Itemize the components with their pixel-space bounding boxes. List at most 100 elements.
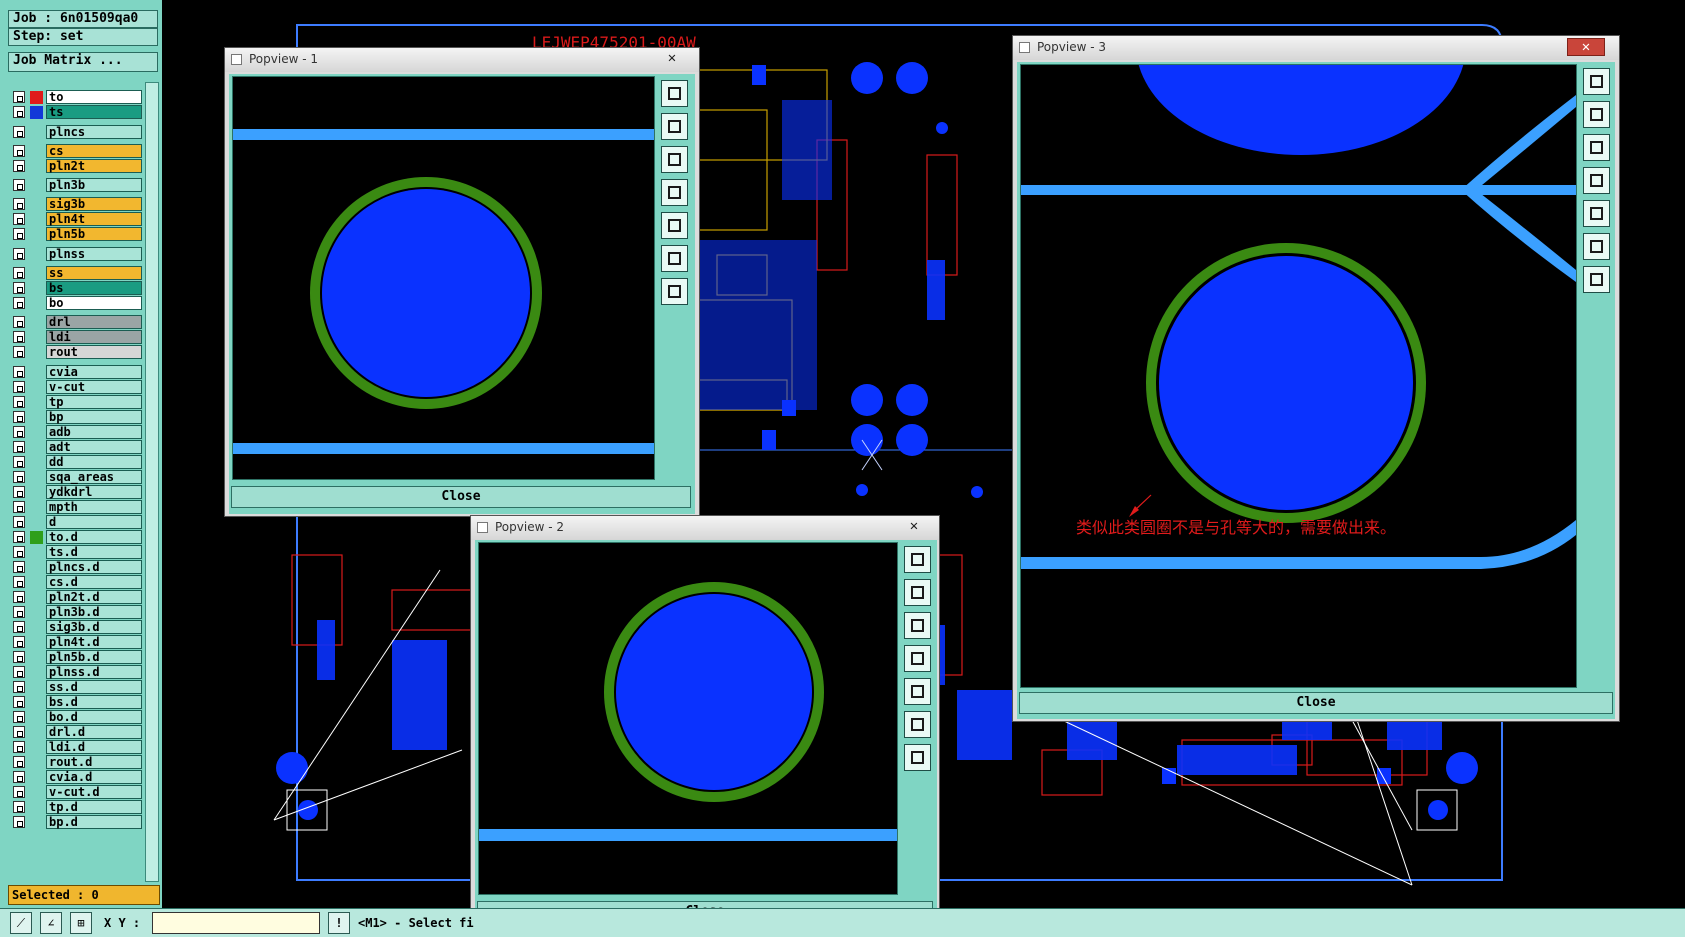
- popview-1-titlebar[interactable]: Popview - 1: [225, 48, 699, 72]
- layer-checkbox[interactable]: [13, 179, 25, 191]
- layer-checkbox[interactable]: [13, 366, 25, 378]
- layer-name[interactable]: ss: [46, 266, 142, 280]
- layer-checkbox[interactable]: [13, 786, 25, 798]
- layer-checkbox[interactable]: [13, 501, 25, 513]
- popview-3-canvas[interactable]: 类似此类圆圈不是与孔等大的，需要做出来。: [1020, 0, 1577, 688]
- layer-checkbox[interactable]: [13, 248, 25, 260]
- pan-left-icon[interactable]: [661, 179, 688, 206]
- snap-icon[interactable]: ∠: [40, 912, 62, 934]
- layer-checkbox[interactable]: [13, 282, 25, 294]
- layer-row[interactable]: sig3b: [13, 197, 142, 212]
- layer-name[interactable]: bp.d: [46, 815, 142, 829]
- zoom-in-icon[interactable]: [661, 245, 688, 272]
- layer-row[interactable]: rout: [13, 345, 142, 360]
- layer-row[interactable]: tp: [13, 395, 142, 410]
- layer-checkbox[interactable]: [13, 516, 25, 528]
- layer-row[interactable]: bs: [13, 281, 142, 296]
- popview-3-close-button[interactable]: Close: [1019, 692, 1613, 714]
- layer-color-swatch[interactable]: [30, 106, 43, 119]
- layer-name[interactable]: bo: [46, 296, 142, 310]
- pan-right-icon[interactable]: [661, 212, 688, 239]
- layer-checkbox[interactable]: [13, 198, 25, 210]
- layer-name[interactable]: rout.d: [46, 755, 142, 769]
- layer-checkbox[interactable]: [13, 561, 25, 573]
- layer-name[interactable]: adt: [46, 440, 142, 454]
- layer-name[interactable]: bs.d: [46, 695, 142, 709]
- popview-2-canvas[interactable]: [478, 542, 898, 895]
- layer-checkbox[interactable]: [13, 816, 25, 828]
- layer-checkbox[interactable]: [13, 145, 25, 157]
- zoom-out-icon[interactable]: [1583, 266, 1610, 293]
- layer-checkbox[interactable]: [13, 331, 25, 343]
- layer-row[interactable]: sig3b.d: [13, 620, 142, 635]
- layer-row[interactable]: ldi.d: [13, 740, 142, 755]
- zoom-fit-icon[interactable]: [661, 80, 688, 107]
- layer-name[interactable]: dd: [46, 455, 142, 469]
- layer-name[interactable]: plncs.d: [46, 560, 142, 574]
- layer-row[interactable]: adb: [13, 425, 142, 440]
- layer-checkbox[interactable]: [13, 531, 25, 543]
- layer-row[interactable]: sqa_areas: [13, 470, 142, 485]
- layer-row[interactable]: plncs.d: [13, 560, 142, 575]
- zoom-out-icon[interactable]: [904, 744, 931, 771]
- layer-checkbox[interactable]: [13, 126, 25, 138]
- layer-name[interactable]: pln2t.d: [46, 590, 142, 604]
- layer-color-swatch[interactable]: [30, 531, 43, 544]
- layer-name[interactable]: sig3b.d: [46, 620, 142, 634]
- layer-row[interactable]: pln3b: [13, 178, 142, 193]
- layer-checkbox[interactable]: [13, 726, 25, 738]
- layer-checkbox[interactable]: [13, 591, 25, 603]
- layer-row[interactable]: bo.d: [13, 710, 142, 725]
- layer-row[interactable]: pln5b: [13, 227, 142, 242]
- layer-checkbox[interactable]: [13, 576, 25, 588]
- popview-2-window[interactable]: Popview - 2 ✕ Close: [470, 515, 940, 931]
- layer-name[interactable]: pln4t: [46, 212, 142, 226]
- layer-row[interactable]: pln4t: [13, 212, 142, 227]
- close-icon[interactable]: ✕: [895, 518, 933, 536]
- layer-row[interactable]: tp.d: [13, 800, 142, 815]
- layer-row[interactable]: to: [13, 90, 142, 105]
- layer-checkbox[interactable]: [13, 651, 25, 663]
- layer-name[interactable]: ldi.d: [46, 740, 142, 754]
- layer-name[interactable]: ldi: [46, 330, 142, 344]
- layer-checkbox[interactable]: [13, 228, 25, 240]
- layer-name[interactable]: drl: [46, 315, 142, 329]
- layer-name[interactable]: plnss: [46, 247, 142, 261]
- pan-up-icon[interactable]: [1583, 101, 1610, 128]
- layer-name[interactable]: pln3b.d: [46, 605, 142, 619]
- grid-icon[interactable]: ⊞: [70, 912, 92, 934]
- layer-checkbox[interactable]: [13, 621, 25, 633]
- layer-row[interactable]: pln3b.d: [13, 605, 142, 620]
- layer-checkbox[interactable]: [13, 636, 25, 648]
- pan-down-icon[interactable]: [1583, 134, 1610, 161]
- layer-row[interactable]: bp: [13, 410, 142, 425]
- layer-name[interactable]: ts: [46, 105, 142, 119]
- layer-checkbox[interactable]: [13, 696, 25, 708]
- layer-checkbox[interactable]: [13, 756, 25, 768]
- layer-row[interactable]: plnss.d: [13, 665, 142, 680]
- close-icon[interactable]: ✕: [1567, 38, 1605, 56]
- layer-row[interactable]: ts: [13, 105, 142, 120]
- layer-row[interactable]: ss: [13, 266, 142, 281]
- layer-name[interactable]: pln5b: [46, 227, 142, 241]
- layer-row[interactable]: cvia: [13, 365, 142, 380]
- popview-3-window[interactable]: Popview - 3 ✕ 类似此类圆圈不是与孔等大的，需要做出来。 Close: [1012, 0, 1620, 722]
- layer-name[interactable]: cs: [46, 144, 142, 158]
- layer-name[interactable]: sig3b: [46, 197, 142, 211]
- layer-row[interactable]: rout.d: [13, 755, 142, 770]
- layer-row[interactable]: cvia.d: [13, 770, 142, 785]
- popview-1-window[interactable]: Popview - 1 ✕ Close: [224, 47, 700, 517]
- layer-name[interactable]: adb: [46, 425, 142, 439]
- layer-checkbox[interactable]: [13, 486, 25, 498]
- layer-checkbox[interactable]: [13, 471, 25, 483]
- layer-checkbox[interactable]: [13, 426, 25, 438]
- layer-row[interactable]: ss.d: [13, 680, 142, 695]
- layer-name[interactable]: bs: [46, 281, 142, 295]
- pan-up-icon[interactable]: [661, 113, 688, 140]
- popview-2-titlebar[interactable]: Popview - 2: [471, 516, 939, 540]
- layer-row[interactable]: bs.d: [13, 695, 142, 710]
- layer-row[interactable]: to.d: [13, 530, 142, 545]
- layer-name[interactable]: pln2t: [46, 159, 142, 173]
- layer-checkbox[interactable]: [13, 297, 25, 309]
- pan-left-icon[interactable]: [904, 645, 931, 672]
